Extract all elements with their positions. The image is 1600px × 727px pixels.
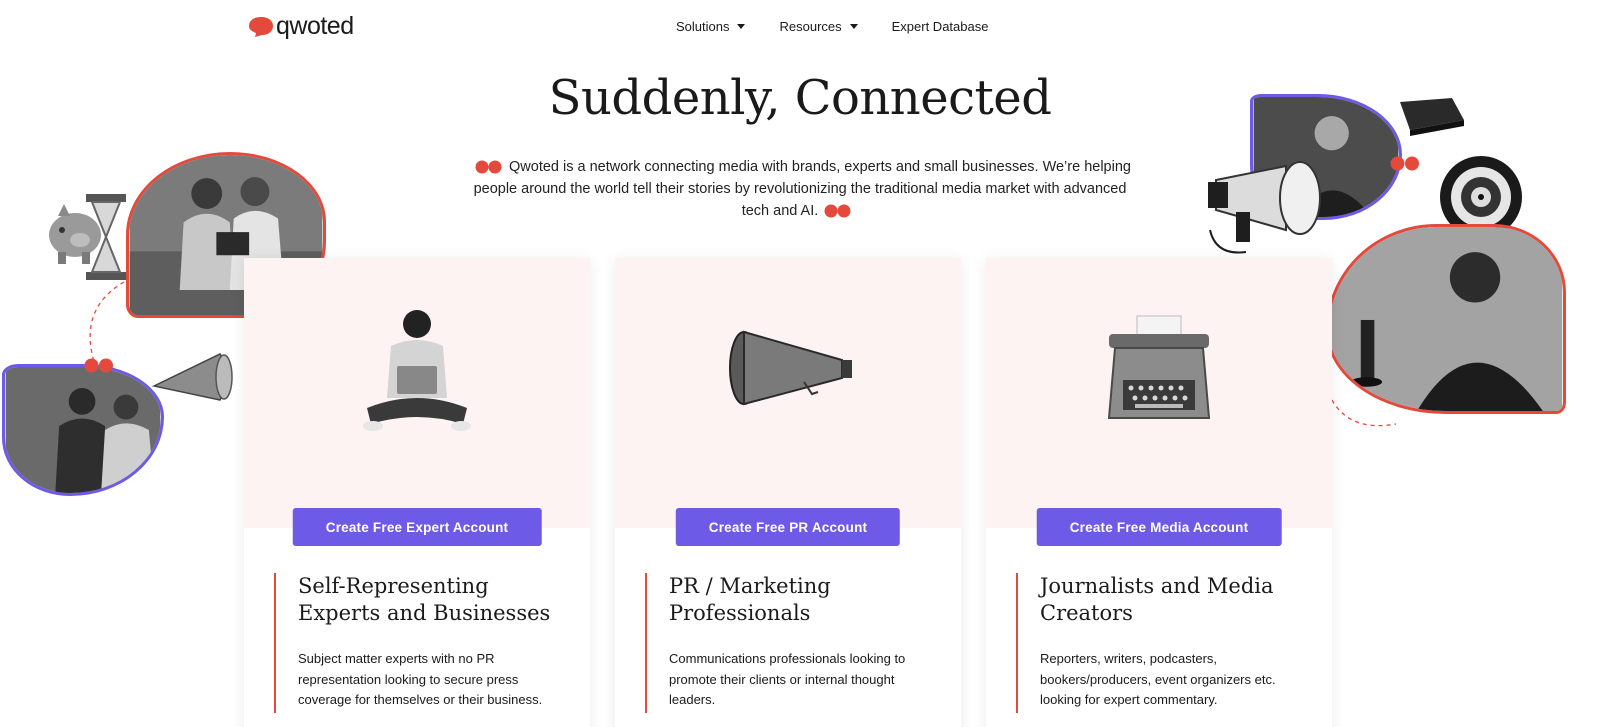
typewriter-icon bbox=[1107, 315, 1211, 419]
nav-resources[interactable]: Resources bbox=[779, 19, 858, 34]
megaphone-icon bbox=[151, 353, 233, 401]
logo-text: qwoted bbox=[276, 12, 354, 40]
nav-solutions-label: Solutions bbox=[676, 19, 730, 34]
dashed-connector bbox=[1331, 399, 1397, 427]
speech-bubble-logo-icon bbox=[249, 16, 273, 37]
nav-expert-database[interactable]: Expert Database bbox=[892, 19, 989, 34]
people-photo-icon bbox=[5, 367, 161, 493]
main-nav: Solutions Resources Expert Database bbox=[676, 19, 988, 34]
card-title: Self-Representing Experts and Businesses bbox=[298, 574, 551, 625]
person-with-laptop-icon bbox=[363, 310, 471, 431]
chevron-down-icon bbox=[737, 24, 746, 29]
card-title: PR / Marketing Professionals bbox=[669, 574, 831, 625]
card-illustration-area: Create Free PR Account bbox=[615, 258, 961, 546]
megaphone-icon bbox=[1208, 161, 1321, 254]
hero-subtitle: Qwoted is a network connecting media wit… bbox=[460, 156, 1140, 222]
card-title: Journalists and Media Creators bbox=[1040, 574, 1274, 625]
expert-card: Create Free Expert Account Self-Represen… bbox=[244, 258, 590, 727]
card-description: Reporters, writers, podcasters, bookers/… bbox=[1040, 651, 1276, 707]
create-media-account-button[interactable]: Create Free Media Account bbox=[1036, 508, 1282, 546]
nav-expert-database-label: Expert Database bbox=[891, 19, 989, 34]
open-quote-icon bbox=[475, 160, 502, 174]
quote-marks-icon bbox=[84, 358, 113, 373]
card-illustration-area: Create Free Expert Account bbox=[244, 258, 590, 546]
man-photo-bottom bbox=[1326, 224, 1566, 414]
dashed-connector bbox=[89, 281, 125, 369]
hero-subtitle-text: Qwoted is a network connecting media wit… bbox=[473, 159, 1131, 219]
person-photo-icon bbox=[1329, 227, 1563, 411]
card-description: Communications professionals looking to … bbox=[669, 651, 906, 707]
chevron-down-icon bbox=[849, 24, 858, 29]
close-quote-icon bbox=[824, 204, 851, 218]
card-illustration-area: Create Free Media Account bbox=[986, 258, 1332, 546]
card-description: Subject matter experts with no PR repres… bbox=[298, 651, 543, 707]
nav-solutions[interactable]: Solutions bbox=[676, 19, 746, 34]
create-pr-account-button[interactable]: Create Free PR Account bbox=[675, 508, 901, 546]
media-card: Create Free Media Account Journalists an… bbox=[986, 258, 1332, 727]
quote-marks-icon bbox=[1390, 156, 1419, 171]
card-body: Self-Representing Experts and Businesses… bbox=[274, 573, 564, 713]
card-body: PR / Marketing Professionals Communicati… bbox=[645, 573, 935, 713]
qwoted-logo[interactable]: qwoted bbox=[248, 12, 354, 41]
pr-card: Create Free PR Account PR / Marketing Pr… bbox=[615, 258, 961, 727]
couple-photo-bottom bbox=[2, 364, 164, 496]
hourglass-icon bbox=[86, 194, 126, 280]
device-icon bbox=[1400, 98, 1464, 136]
nav-resources-label: Resources bbox=[779, 19, 842, 34]
megaphone-icon bbox=[729, 330, 852, 406]
card-body: Journalists and Media Creators Reporters… bbox=[1016, 573, 1306, 713]
create-expert-account-button[interactable]: Create Free Expert Account bbox=[292, 508, 542, 546]
